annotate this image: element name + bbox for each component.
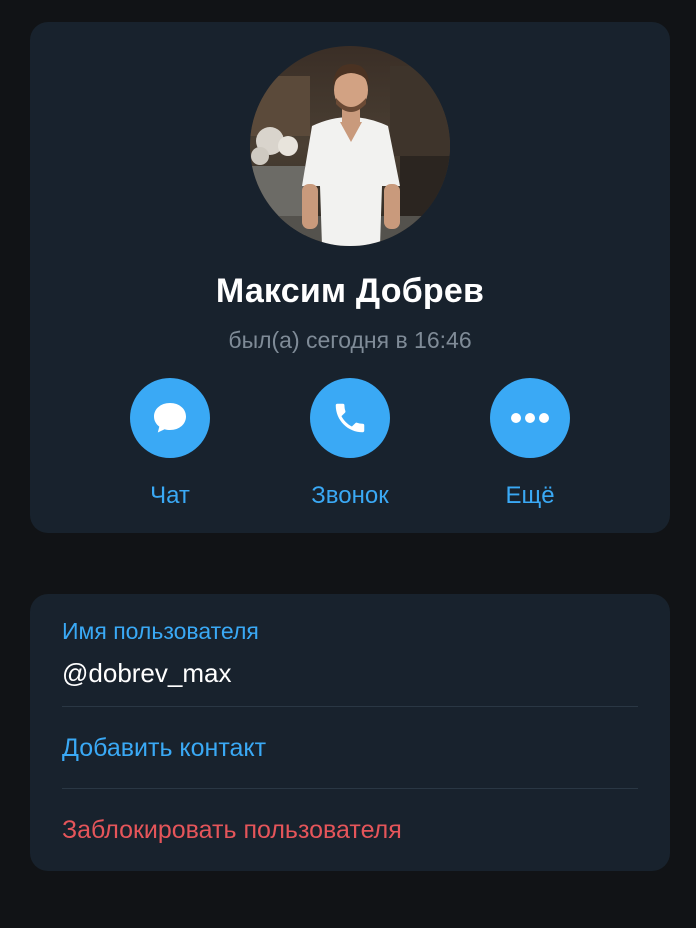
info-card: Имя пользователя @dobrev_max Добавить ко… [30,594,670,871]
avatar[interactable] [250,46,450,246]
call-button-circle[interactable] [310,378,390,458]
profile-name: Максим Добрев [215,272,485,310]
more-button-circle[interactable] [490,378,570,458]
profile-card: Максим Добрев был(а) сегодня в 16:46 Чат… [30,22,670,533]
last-seen-status: был(а) сегодня в 16:46 [228,327,472,353]
divider [62,706,638,707]
more-dots-icon [511,413,549,423]
call-button[interactable]: Звонок [270,378,430,510]
chat-bubble-icon [154,403,186,433]
block-user-button[interactable]: Заблокировать пользователя [62,816,402,845]
divider [62,788,638,789]
chat-button-circle[interactable] [130,378,210,458]
call-button-label: Звонок [311,482,389,509]
chat-button[interactable]: Чат [90,378,250,510]
phone-icon [335,403,365,433]
avatar-photo [250,46,450,246]
chat-button-label: Чат [150,482,190,509]
username-value[interactable]: @dobrev_max [62,658,231,689]
username-caption: Имя пользователя [62,618,259,644]
more-button-label: Ещё [505,482,555,509]
add-contact-button[interactable]: Добавить контакт [62,734,266,763]
more-button[interactable]: Ещё [450,378,610,510]
